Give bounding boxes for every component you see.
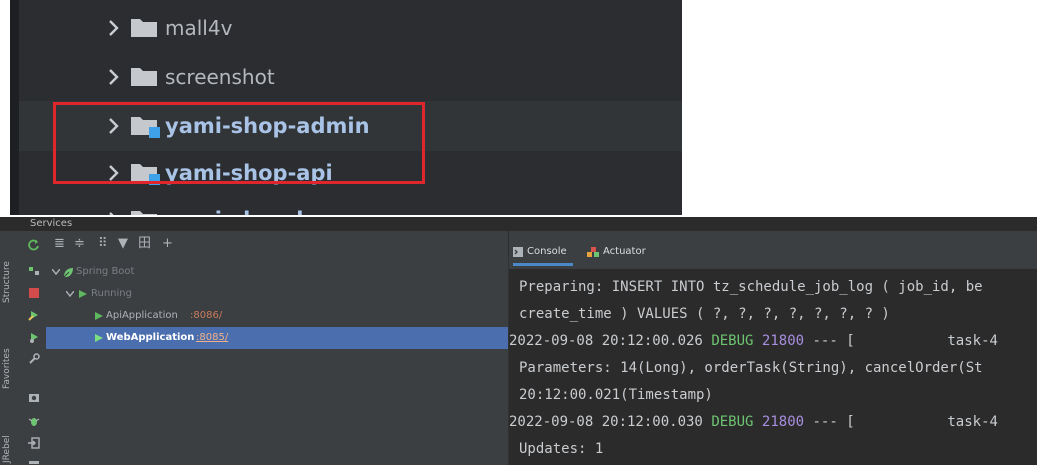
run-config-icon [95,334,103,342]
group-by-button[interactable]: ⠿ [98,237,108,251]
log-timestamp: 2022-09-08 20:12:00.030 [509,414,703,430]
new-tab-button[interactable]: 田 [138,237,151,251]
refresh-icon[interactable] [28,239,40,251]
filter-button[interactable]: ▼ [118,237,128,251]
console-line: create_time ) VALUES ( ?, ?, ?, ?, ?, ?,… [519,306,890,322]
expand-all-button[interactable]: ≣ [54,237,65,251]
app-name: WebApplication [106,332,195,343]
actuator-icon [587,247,599,257]
folder-icon [131,68,157,86]
tab-actuator[interactable]: Actuator [587,241,646,263]
log-level: DEBUG [711,414,754,430]
console-tab-bar: Console Actuator [509,231,1037,269]
log-pid: 21800 [761,333,805,349]
run-config-icon [95,312,103,320]
chevron-right-icon[interactable] [103,17,125,39]
tab-actuator-label: Actuator [603,246,646,257]
collapse-all-button[interactable]: ≑ [74,237,85,251]
add-service-button[interactable]: + [162,237,173,251]
tree-item-yami-shop-bean[interactable]: yami-shop-bean [19,195,682,215]
tree-item-screenshot[interactable]: screenshot [19,52,682,102]
debug-rerun-icon[interactable] [28,331,40,343]
services-title: Services [30,218,73,229]
log-pid: 21800 [761,414,805,430]
chevron-down-icon[interactable] [66,291,74,297]
log-rest: --- [ task-4 [812,333,998,349]
stop-icon[interactable] [28,287,40,299]
console-line: 2022-09-08 20:12:00.030 DEBUG 21800 --- … [509,412,998,432]
app-name: ApiApplication [106,310,178,321]
running-label: Running [91,288,132,299]
spring-boot-icon [63,268,73,278]
tree-gutter [10,0,19,215]
tab-console[interactable]: Console [513,241,573,266]
services-action-column [22,231,47,465]
camera-icon[interactable] [28,391,40,403]
tree-item-label: screenshot [165,65,275,89]
side-tab-structure[interactable]: Structure [2,261,12,303]
services-toolbar: ≣ ≑ ⠿ ▼ 田 + [46,231,508,257]
console-line: Parameters: 14(Long), orderTask(String),… [519,360,983,376]
spring-boot-label: Spring Boot [76,266,135,277]
tab-console-label: Console [527,246,567,257]
project-tree-panel: mall4v screenshot yami-shop-admin yami-s… [10,0,682,215]
tree-node-spring-boot[interactable]: Spring Boot [46,261,508,283]
side-tab-jrebel[interactable]: JRebel [2,435,12,463]
tree-node-web-application[interactable]: WebApplication :8085/ [46,327,508,349]
rerun-icon[interactable] [28,309,40,321]
tree-node-api-application[interactable]: ApiApplication :8086/ [46,305,508,327]
chevron-down-icon[interactable] [52,269,60,275]
app-port-link[interactable]: :8085/ [196,327,228,349]
log-rest: --- [ task-4 [812,414,998,430]
app-port-link[interactable]: :8086/ [190,305,222,327]
console-output[interactable]: Preparing: INSERT INTO tz_schedule_job_l… [509,269,1037,465]
console-line: Updates: 1 [519,441,604,457]
highlight-box [53,102,425,184]
log-level: DEBUG [711,333,754,349]
tree-group-icon[interactable] [28,265,40,277]
console-icon [513,247,523,257]
log-timestamp: 2022-09-08 20:12:00.026 [509,333,703,349]
services-tree: Spring Boot Running ApiApplication :8086… [46,257,509,465]
login-icon[interactable] [28,437,40,449]
tree-node-running[interactable]: Running [46,283,508,305]
chevron-right-icon[interactable] [103,209,125,215]
side-tab-favorites[interactable]: Favorites [2,348,12,389]
layout-icon[interactable] [28,459,40,465]
tree-item-label: mall4v [165,16,233,40]
console-line: 2022-09-08 20:12:00.026 DEBUG 21800 --- … [509,331,998,351]
wrench-icon[interactable] [28,353,40,365]
console-line: Preparing: INSERT INTO tz_schedule_job_l… [519,279,983,295]
console-line: 20:12:00.021(Timestamp) [519,387,713,403]
side-tool-strip: Structure Favorites JRebel [0,231,22,465]
bug-icon[interactable] [28,415,40,427]
module-folder-icon [131,211,157,215]
running-icon [79,290,87,298]
tree-item-label: yami-shop-bean [165,195,355,215]
services-tool-window: Services Structure Favorites JRebel ≣ ≑ … [0,217,1037,465]
folder-icon [131,19,157,37]
tree-item-mall4v[interactable]: mall4v [19,3,682,53]
chevron-right-icon[interactable] [103,66,125,88]
